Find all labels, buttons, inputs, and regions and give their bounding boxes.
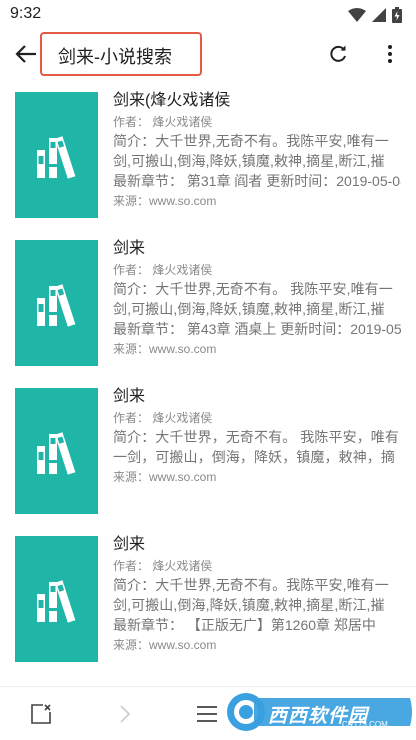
- close-tab-icon: [31, 704, 51, 724]
- book-source: 来源：www.so.com: [113, 638, 217, 652]
- wifi-icon: [348, 8, 366, 22]
- refresh-button[interactable]: [324, 40, 352, 68]
- books-icon: [37, 284, 76, 327]
- more-vert-icon: [388, 45, 392, 63]
- books-icon: [37, 432, 76, 475]
- page-title: 剑来-小说搜索: [58, 47, 172, 67]
- books-icon: [37, 580, 76, 623]
- latest-chapter: 最新章节： 第31章 阎者 更新时间：2019-05-08: [113, 173, 401, 189]
- close-tab-button[interactable]: [28, 701, 54, 727]
- book-source: 来源：www.so.com: [113, 470, 217, 484]
- forward-button[interactable]: [112, 701, 138, 727]
- book-cover: [15, 536, 98, 662]
- book-source: 来源：www.so.com: [113, 194, 217, 208]
- book-info: 剑来(烽火戏诸侯 作者： 烽火戏诸侯 简介：大千世界,无奇不有。我陈平安,唯有一…: [113, 90, 401, 210]
- book-info: 剑来 作者： 烽火戏诸侯 简介：大千世界，无奇不有。 我陈平安，唯有一剑，可搬山…: [113, 386, 401, 486]
- book-cover: [15, 92, 98, 218]
- book-description: 简介：大千世界,无奇不有。 我陈平安,唯有一剑,可搬山,倒海,降妖,镇魔,敕神,…: [113, 281, 393, 317]
- books-icon: [37, 136, 76, 179]
- book-cover: [15, 240, 98, 366]
- book-title: 剑来(烽火戏诸侯: [113, 92, 231, 109]
- book-description: 简介：大千世界,无奇不有。我陈平安,唯有一剑,可搬山,倒海,降妖,镇魔,敕神,摘…: [113, 577, 389, 613]
- book-info: 剑来 作者： 烽火戏诸侯 简介：大千世界,无奇不有。 我陈平安,唯有一剑,可搬山…: [113, 238, 401, 358]
- list-item[interactable]: 剑来 作者： 烽火戏诸侯 简介：大千世界,无奇不有。 我陈平安,唯有一剑,可搬山…: [0, 226, 416, 374]
- battery-icon: [392, 7, 402, 23]
- book-author: 作者： 烽火戏诸侯: [113, 559, 213, 573]
- toolbar: 剑来-小说搜索: [0, 30, 416, 78]
- search-title-box: 剑来-小说搜索: [40, 32, 202, 76]
- book-info: 剑来 作者： 烽火戏诸侯 简介：大千世界,无奇不有。我陈平安,唯有一剑,可搬山,…: [113, 534, 401, 654]
- book-title: 剑来: [113, 240, 146, 257]
- book-cover: [15, 388, 98, 514]
- book-title: 剑来: [113, 388, 146, 405]
- refresh-icon: [330, 45, 346, 62]
- book-description: 简介：大千世界，无奇不有。 我陈平安，唯有一剑，可搬山，倒海，降妖，镇魔，敕神，…: [113, 429, 399, 465]
- book-author: 作者： 烽火戏诸侯: [113, 115, 213, 129]
- latest-chapter: 最新章节： 第43章 酒桌上 更新时间：2019-05-08: [113, 321, 401, 337]
- book-description: 简介：大千世界,无奇不有。我陈平安,唯有一剑,可搬山,倒海,降妖,镇魔,敕神,摘…: [113, 133, 389, 169]
- list-item[interactable]: 剑来 作者： 烽火戏诸侯 简介：大千世界,无奇不有。我陈平安,唯有一剑,可搬山,…: [0, 522, 416, 670]
- result-list: 剑来(烽火戏诸侯 作者： 烽火戏诸侯 简介：大千世界,无奇不有。我陈平安,唯有一…: [0, 78, 416, 670]
- menu-button[interactable]: [194, 701, 220, 727]
- status-icons: [348, 7, 402, 23]
- book-author: 作者： 烽火戏诸侯: [113, 263, 213, 277]
- more-button[interactable]: [378, 40, 402, 68]
- status-time: 9:32: [10, 5, 42, 22]
- watermark-subtext: CR173.COM: [342, 720, 388, 729]
- book-author: 作者： 烽火戏诸侯: [113, 411, 213, 425]
- back-arrow-icon: [15, 45, 36, 63]
- list-item[interactable]: 剑来(烽火戏诸侯 作者： 烽火戏诸侯 简介：大千世界,无奇不有。我陈平安,唯有一…: [0, 78, 416, 226]
- menu-icon: [197, 706, 217, 722]
- forward-icon: [120, 705, 131, 723]
- back-button[interactable]: [12, 40, 40, 68]
- latest-chapter: 最新章节： 【正版无广】第1260章 郑居中: [113, 617, 376, 633]
- book-title: 剑来: [113, 536, 146, 553]
- list-item[interactable]: 剑来 作者： 烽火戏诸侯 简介：大千世界，无奇不有。 我陈平安，唯有一剑，可搬山…: [0, 374, 416, 522]
- status-bar: 9:32: [0, 0, 416, 30]
- signal-icon: [372, 8, 386, 22]
- watermark-logo: 西西软件园 CR173.COM: [224, 690, 414, 734]
- book-source: 来源：www.so.com: [113, 342, 217, 356]
